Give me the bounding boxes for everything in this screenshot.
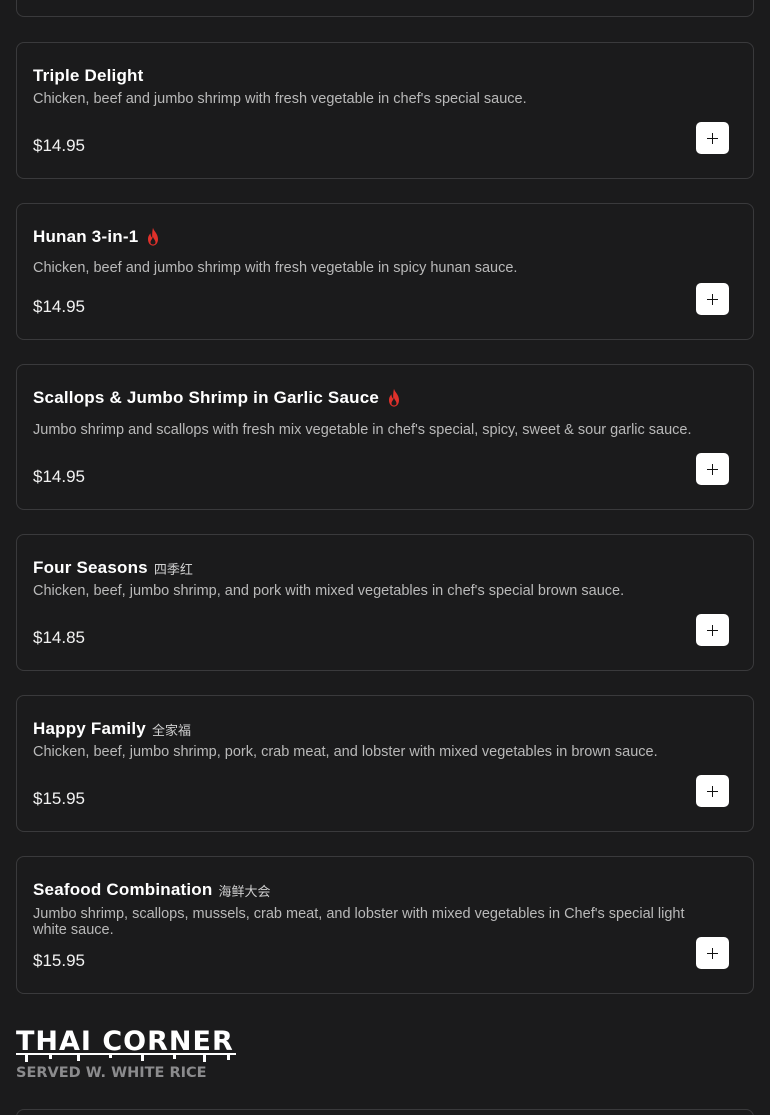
item-title: Four Seasons — [33, 558, 148, 577]
item-description: Jumbo shrimp and scallops with fresh mix… — [33, 422, 692, 438]
item-price: $14.95 — [33, 297, 85, 316]
add-to-cart-button[interactable] — [696, 283, 729, 315]
plus-icon — [707, 463, 718, 475]
item-description: Chicken, beef, jumbo shrimp, pork, crab … — [33, 744, 658, 760]
item-price: $14.95 — [33, 136, 85, 155]
add-to-cart-button[interactable] — [696, 614, 729, 646]
menu-page: Triple Delight Chicken, beef and jumbo s… — [0, 0, 770, 1115]
item-title: Scallops & Jumbo Shrimp in Garlic Sauce — [33, 388, 380, 407]
plus-icon — [707, 293, 718, 305]
item-chinese-name: 四季红 — [153, 561, 193, 577]
plus-icon — [707, 947, 718, 959]
item-title: Happy Family — [33, 719, 146, 738]
item-description: Chicken, beef, jumbo shrimp, and pork wi… — [33, 583, 625, 599]
fire-icon — [148, 227, 159, 246]
menu-item-card[interactable]: Happy Family 全家福 Chicken, beef, jumbo sh… — [16, 695, 754, 832]
item-title: Triple Delight — [33, 66, 144, 85]
menu-item-card[interactable]: Seafood Combination 海鲜大会 Jumbo shrimp, s… — [16, 856, 754, 994]
add-to-cart-button[interactable] — [696, 122, 729, 154]
item-description: Chicken, beef and jumbo shrimp with fres… — [33, 260, 518, 276]
item-price: $15.95 — [33, 951, 85, 970]
item-price: $14.95 — [33, 467, 85, 486]
item-price: $15.95 — [33, 789, 85, 808]
item-title: Seafood Combination — [33, 880, 213, 899]
menu-item-card[interactable]: Scallops & Jumbo Shrimp in Garlic Sauce … — [16, 364, 754, 510]
menu-item-card[interactable]: Four Seasons 四季红 Chicken, beef, jumbo sh… — [16, 534, 754, 671]
item-price: $14.85 — [33, 628, 85, 647]
item-title: Hunan 3-in-1 — [33, 227, 139, 246]
plus-icon — [707, 785, 718, 797]
add-to-cart-button[interactable] — [696, 775, 729, 807]
menu-item-card-partial[interactable] — [16, 0, 754, 17]
item-description: Jumbo shrimp, scallops, mussels, crab me… — [33, 906, 685, 938]
item-chinese-name: 全家福 — [151, 722, 191, 738]
item-description: Chicken, beef and jumbo shrimp with fres… — [33, 91, 527, 107]
item-chinese-name: 海鲜大会 — [218, 883, 271, 899]
menu-item-card[interactable]: Hunan 3-in-1 Chicken, beef and jumbo shr… — [16, 203, 754, 340]
menu-item-card-partial[interactable] — [16, 1109, 754, 1115]
plus-icon — [707, 624, 718, 636]
plus-icon — [707, 132, 718, 144]
fire-icon — [389, 388, 400, 407]
menu-item-card[interactable]: Triple Delight Chicken, beef and jumbo s… — [16, 42, 754, 179]
add-to-cart-button[interactable] — [696, 453, 729, 485]
section-subtitle: SERVED W. WHITE RICE — [16, 1065, 207, 1081]
drip-decoration — [16, 1053, 236, 1062]
add-to-cart-button[interactable] — [696, 937, 729, 969]
